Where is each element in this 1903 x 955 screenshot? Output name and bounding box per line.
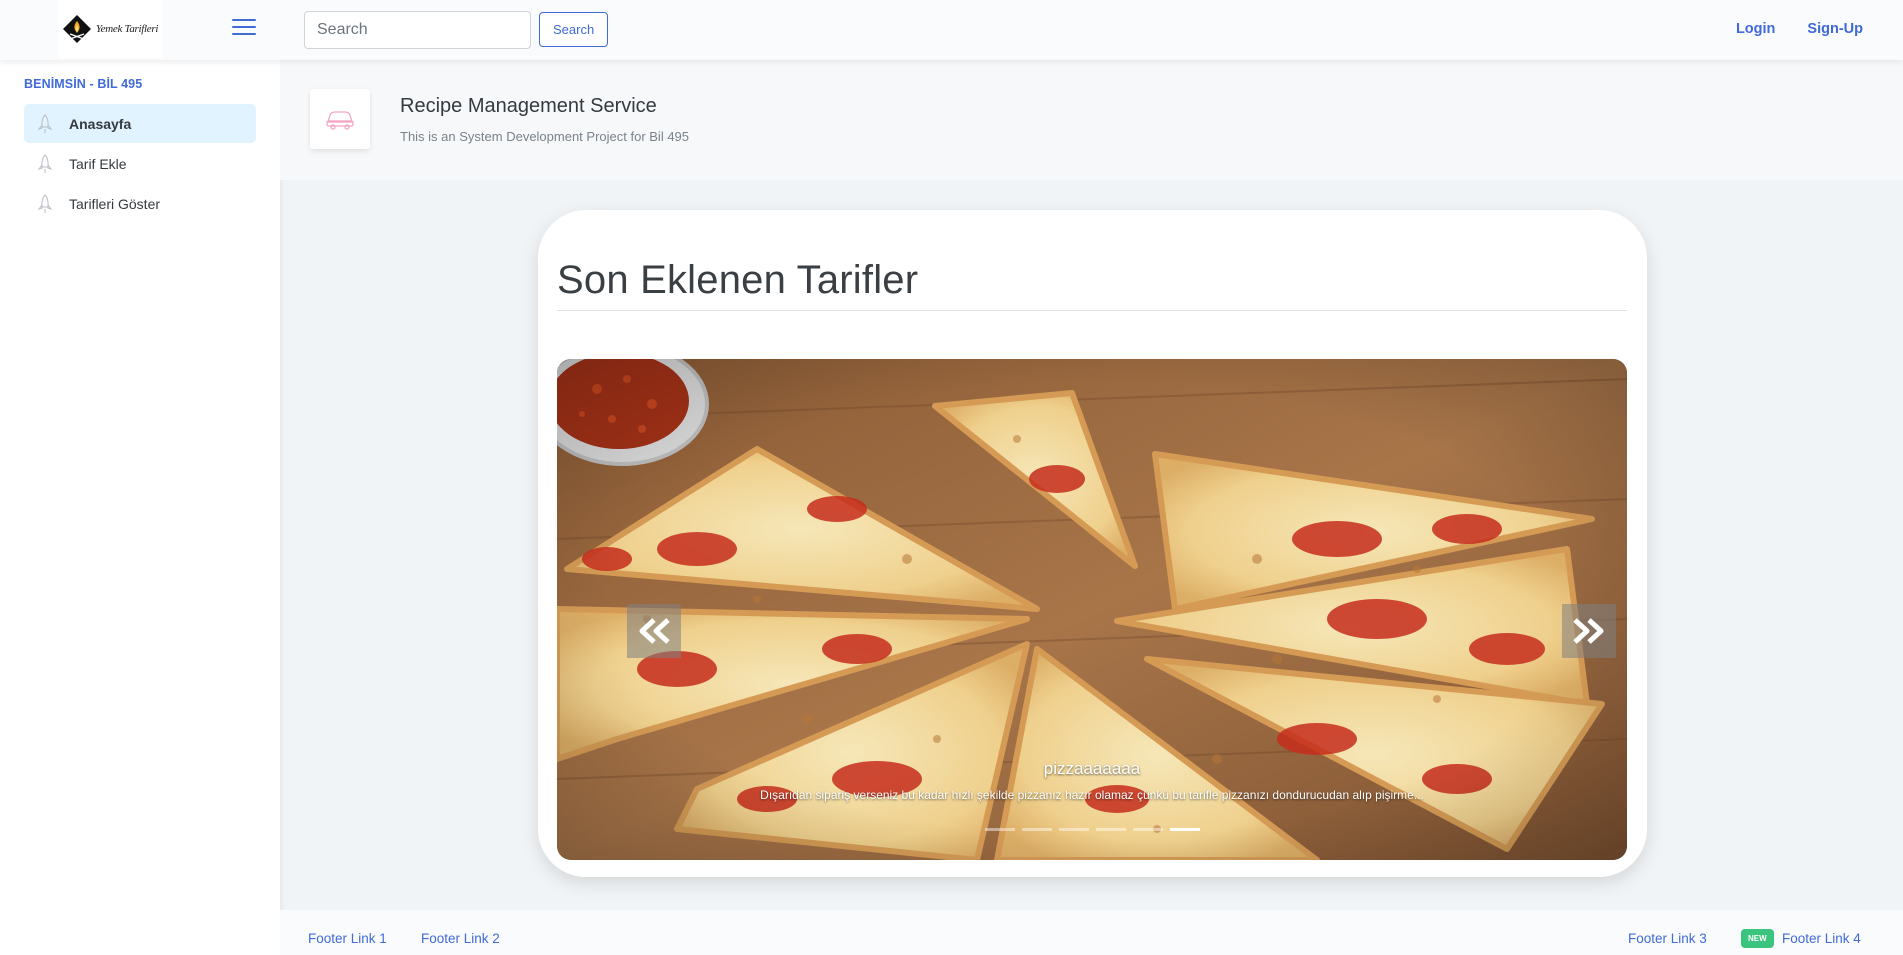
carousel-caption: pizzaaaaaaa Dışarıdan sipariş verseniz b… xyxy=(557,759,1627,802)
login-link[interactable]: Login xyxy=(1736,21,1775,37)
divider xyxy=(557,310,1627,311)
rocket-icon xyxy=(37,154,53,173)
logo-text: Yemek Tarifleri xyxy=(95,23,159,35)
page-title-bar: Recipe Management Service This is an Sys… xyxy=(280,60,1903,180)
footer-link-1[interactable]: Footer Link 1 xyxy=(308,931,387,946)
page-title: Recipe Management Service xyxy=(400,95,657,117)
hamburger-menu-icon[interactable] xyxy=(232,19,256,37)
slide-title: pizzaaaaaaa xyxy=(1043,759,1141,778)
sidebar-item-anasayfa[interactable]: Anasayfa xyxy=(24,104,256,143)
recipe-carousel[interactable]: pizzaaaaaaa Dışarıdan sipariş verseniz b… xyxy=(557,359,1627,860)
carousel-indicator[interactable] xyxy=(1095,828,1126,831)
app-header: Yemek Tarifleri Search Login Sign-Up xyxy=(0,0,1903,60)
main-card: Son Eklenen Tarifler pizzaaaaaaa Dışarıd… xyxy=(538,210,1647,877)
carousel-indicator[interactable] xyxy=(1058,828,1089,831)
page-title-icon-box xyxy=(310,89,370,149)
search-input[interactable] xyxy=(304,11,531,49)
rocket-icon xyxy=(37,194,53,213)
carousel-next-button[interactable] xyxy=(1562,604,1616,658)
double-chevron-right-icon xyxy=(1573,618,1604,644)
sidebar-item-tarifleri-goster[interactable]: Tarifleri Göster xyxy=(24,184,256,223)
rocket-icon xyxy=(37,114,53,133)
carousel-indicators xyxy=(557,828,1627,831)
page-subtitle: This is an System Development Project fo… xyxy=(400,129,690,144)
footer-link-4[interactable]: Footer Link 4 xyxy=(1782,931,1861,946)
carousel-indicator[interactable] xyxy=(984,828,1015,831)
new-badge: NEW xyxy=(1741,929,1774,948)
sidebar-item-tarif-ekle[interactable]: Tarif Ekle xyxy=(24,144,256,183)
slide-description: Dışarıdan sipariş verseniz bu kadar hızl… xyxy=(760,788,1424,802)
logo-icon xyxy=(62,15,91,43)
double-chevron-left-icon xyxy=(639,618,670,644)
sidebar-item-label: Anasayfa xyxy=(69,115,132,132)
card-heading: Son Eklenen Tarifler xyxy=(557,258,919,302)
app-footer: Footer Link 1 Footer Link 2 Footer Link … xyxy=(280,910,1903,955)
sidebar-heading: BENİMSİN - BİL 495 xyxy=(24,77,143,91)
footer-link-3[interactable]: Footer Link 3 xyxy=(1628,931,1707,946)
sidebar: BENİMSİN - BİL 495 Anasayfa Tarif Ekle T… xyxy=(0,60,280,955)
carousel-indicator[interactable] xyxy=(1132,828,1163,831)
search-button[interactable]: Search xyxy=(539,12,609,47)
signup-link[interactable]: Sign-Up xyxy=(1807,21,1863,37)
carousel-indicator[interactable] xyxy=(1169,828,1200,831)
carousel-prev-button[interactable] xyxy=(627,604,681,658)
sidebar-item-label: Tarif Ekle xyxy=(69,155,127,172)
auth-links: Login Sign-Up xyxy=(1736,21,1863,37)
logo[interactable]: Yemek Tarifleri xyxy=(58,0,162,58)
car-icon xyxy=(326,111,354,130)
sidebar-item-label: Tarifleri Göster xyxy=(69,195,161,212)
footer-link-2[interactable]: Footer Link 2 xyxy=(421,931,500,946)
carousel-indicator[interactable] xyxy=(1021,828,1052,831)
